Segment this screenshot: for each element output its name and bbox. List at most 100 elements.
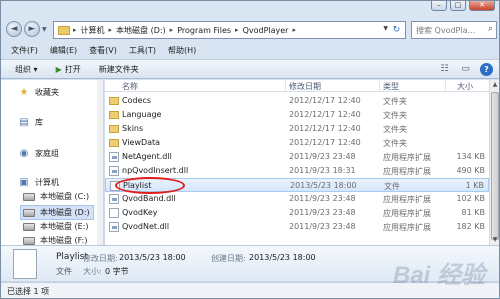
sidebar-item-label: 计算机 <box>35 178 59 187</box>
column-header-date[interactable]: 修改日期 <box>289 81 321 92</box>
sidebar-item-label: 收藏夹 <box>35 88 59 97</box>
forward-button[interactable]: ► <box>24 21 40 37</box>
file-size: 1 KB <box>465 181 484 190</box>
scrollbar-thumb[interactable] <box>491 92 499 240</box>
search-input[interactable]: 搜索 QvodPla... ⌕ <box>411 21 497 39</box>
breadcrumb-program-files[interactable]: Program Files <box>174 26 234 35</box>
table-row[interactable]: QvodKey 2011/9/23 23:48 应用程序扩展 81 KB <box>105 206 489 220</box>
menu-edit[interactable]: 编辑(E) <box>50 45 77 56</box>
menu-tools[interactable]: 工具(T) <box>129 45 156 56</box>
watermark: Bai 经验 <box>392 262 485 289</box>
explorer-window: – □ ✕ ◄ ► ▼ ▸ 计算机 ▸ 本地磁盘 (D:) ▸ Program … <box>0 0 500 299</box>
sidebar-item-libraries[interactable]: ▤ 库 <box>18 117 43 128</box>
sidebar-item-label: 库 <box>35 118 43 127</box>
scroll-up-icon[interactable]: ▲ <box>490 80 500 90</box>
file-type: 文件夹 <box>383 111 407 120</box>
file-size: 134 KB <box>456 152 485 161</box>
file-list-scrollbar[interactable]: ▲ ▼ <box>489 80 499 245</box>
sidebar-item-drive-c[interactable]: 本地磁盘 (C:) <box>23 191 89 202</box>
file-date: 2011/9/23 23:48 <box>289 194 356 203</box>
breadcrumb-qvodplayer[interactable]: QvodPlayer <box>240 26 292 35</box>
help-icon[interactable]: ? <box>480 63 493 76</box>
address-bar[interactable]: ▸ 计算机 ▸ 本地磁盘 (D:) ▸ Program Files ▸ Qvod… <box>53 21 406 39</box>
open-button[interactable]: ▶ 打开 <box>56 64 81 75</box>
folder-icon <box>109 125 119 133</box>
file-type: 文件夹 <box>383 97 407 106</box>
title-bar: – □ ✕ <box>1 1 499 17</box>
sidebar-item-drive-d[interactable]: 本地磁盘 (D:) <box>20 205 94 220</box>
file-size: 102 KB <box>456 194 485 203</box>
dll-file-icon <box>109 152 119 162</box>
sidebar-item-favorites[interactable]: ★ 收藏夹 <box>18 87 59 98</box>
table-row[interactable]: Language 2012/12/17 12:40 文件夹 <box>105 108 489 122</box>
file-icon <box>109 208 119 218</box>
change-view-icon[interactable]: ☷ <box>438 63 451 75</box>
open-label: 打开 <box>64 64 81 74</box>
file-date: 2011/9/23 18:31 <box>289 166 356 175</box>
table-row[interactable]: npQvodInsert.dll 2011/9/23 18:31 应用程序扩展 490… <box>105 164 489 178</box>
column-header-name[interactable]: 名称 <box>122 81 138 92</box>
back-button[interactable]: ◄ <box>6 21 22 37</box>
sidebar-item-homegroup[interactable]: ◉ 家庭组 <box>18 148 59 159</box>
computer-icon: ▣ <box>19 177 29 188</box>
file-date: 2012/12/17 12:40 <box>289 96 361 105</box>
table-row[interactable]: Codecs 2012/12/17 12:40 文件夹 <box>105 94 489 108</box>
drive-icon <box>23 236 35 245</box>
menu-view[interactable]: 查看(V) <box>89 45 117 56</box>
new-folder-button[interactable]: 新建文件夹 <box>99 64 139 75</box>
column-header-size[interactable]: 大小 <box>457 81 473 92</box>
minimize-button[interactable]: – <box>431 1 447 11</box>
play-icon: ▶ <box>55 64 62 74</box>
file-size: 490 KB <box>456 166 485 175</box>
column-header-type[interactable]: 类型 <box>383 81 399 92</box>
breadcrumb-separator-icon[interactable]: ▸ <box>291 26 297 34</box>
close-button[interactable]: ✕ <box>469 1 495 11</box>
file-size: 81 KB <box>461 208 485 217</box>
sidebar-item-drive-e[interactable]: 本地磁盘 (E:) <box>23 221 89 232</box>
file-type: 文件夹 <box>383 125 407 134</box>
sidebar-item-computer[interactable]: ▣ 计算机 <box>18 177 59 188</box>
column-header-row: 名称 修改日期 类型 大小 <box>105 80 489 92</box>
table-row[interactable]: QvodBand.dll 2011/9/23 23:48 应用程序扩展 102 KB <box>105 192 489 206</box>
file-name: Codecs <box>122 96 152 105</box>
table-row[interactable]: ViewData 2012/12/17 12:40 文件夹 <box>105 136 489 150</box>
drive-icon <box>23 208 35 217</box>
details-file-type: 文件 <box>56 267 72 276</box>
file-date: 2013/5/23 18:00 <box>290 181 357 190</box>
file-date: 2011/9/23 23:48 <box>289 152 356 161</box>
navigation-pane: ★ 收藏夹 ▤ 库 ◉ 家庭组 ▣ 计算机 本地磁盘 (C:) 本地磁盘 (D:… <box>1 80 104 245</box>
file-name: QvodBand.dll <box>122 194 176 203</box>
scroll-down-icon[interactable]: ▼ <box>490 235 500 245</box>
folder-icon <box>109 111 119 119</box>
file-list: 名称 修改日期 类型 大小 Codecs 2012/12/17 12:40 文件夹 L… <box>105 80 489 245</box>
new-folder-label: 新建文件夹 <box>98 64 139 74</box>
recent-pages-dropdown-icon[interactable]: ▼ <box>42 26 47 33</box>
file-date: 2011/9/23 23:48 <box>289 208 356 217</box>
table-row[interactable]: NetAgent.dll 2011/9/23 23:48 应用程序扩展 134 KB <box>105 150 489 164</box>
search-icon[interactable]: ⌕ <box>488 24 493 34</box>
sidebar-item-drive-f[interactable]: 本地磁盘 (F:) <box>23 235 87 245</box>
file-name: QvodKey <box>122 208 158 217</box>
menu-help[interactable]: 帮助(H) <box>168 45 196 56</box>
address-dropdown-icon[interactable]: ▼ <box>383 25 388 32</box>
organize-button[interactable]: 组织 ▾ <box>15 64 38 75</box>
table-row[interactable]: QvodNet.dll 2011/9/23 23:48 应用程序扩展 182 KB <box>105 220 489 234</box>
drive-icon <box>23 222 35 231</box>
file-name: Skins <box>122 124 144 133</box>
breadcrumb-drive-d[interactable]: 本地磁盘 (D:) <box>113 25 169 36</box>
preview-pane-icon[interactable]: ▭ <box>459 63 472 75</box>
table-row[interactable]: Skins 2012/12/17 12:40 文件夹 <box>105 122 489 136</box>
sidebar-scrollbar[interactable] <box>97 80 103 245</box>
menu-file[interactable]: 文件(F) <box>11 45 38 56</box>
search-placeholder: 搜索 QvodPla... <box>416 26 476 35</box>
breadcrumb-computer[interactable]: 计算机 <box>78 25 108 36</box>
homegroup-icon: ◉ <box>19 148 29 159</box>
details-created-value: 2013/5/23 18:00 <box>249 253 316 262</box>
maximize-button[interactable]: □ <box>450 1 466 11</box>
file-icon <box>13 249 37 279</box>
file-date: 2012/12/17 12:40 <box>289 138 361 147</box>
status-text: 已选择 1 项 <box>7 287 50 296</box>
refresh-icon[interactable]: ↻ <box>390 24 403 36</box>
file-type: 应用程序扩展 <box>383 209 431 218</box>
menu-bar: 文件(F) 编辑(E) 查看(V) 工具(T) 帮助(H) <box>1 43 499 57</box>
